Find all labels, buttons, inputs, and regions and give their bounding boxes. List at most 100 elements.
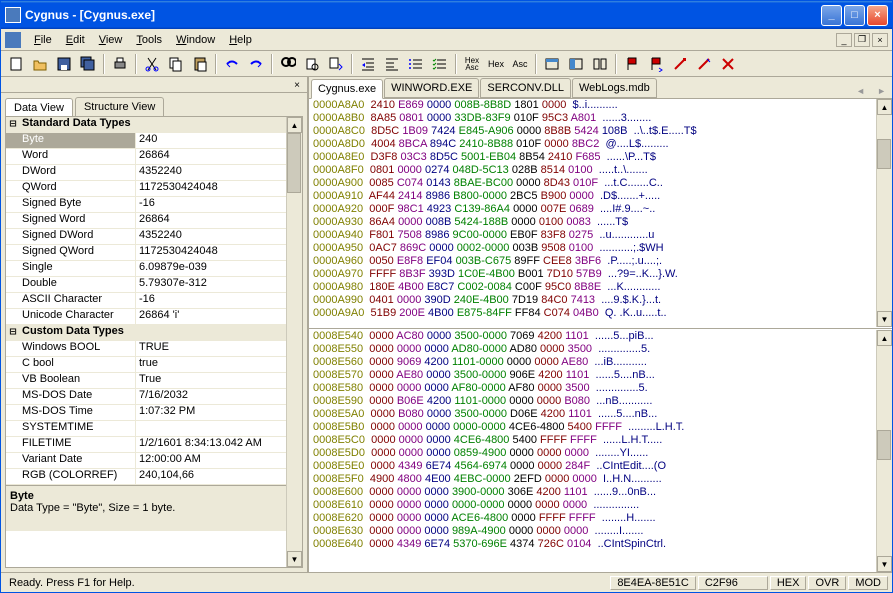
hex-line[interactable]: 0008E5C0 0000 0000 0000 4CE6-4800 5400 F… [309,434,892,447]
mdi-minimize[interactable]: _ [836,33,852,47]
hex-line[interactable]: 0000A910 AF44 2414 8986 B800-0000 2BC5 B… [309,190,892,203]
propgrid-row[interactable]: Byte240 [6,133,302,149]
hex-line[interactable]: 0008E610 0000 0000 0000 0000-0000 0000 0… [309,499,892,512]
hex-mode-button[interactable]: Hex [485,53,507,75]
flag-next-button[interactable] [645,53,667,75]
mdi-close[interactable]: × [872,33,888,47]
propgrid-row[interactable]: MS-DOS Time1:07:32 PM [6,405,302,421]
hex-line[interactable]: 0000A8F0 0801 0000 0274 048D-5C13 028B 8… [309,164,892,177]
propgrid-row[interactable]: Single6.09879e-039 [6,261,302,277]
left-pane-close[interactable]: × [291,79,303,91]
menu-edit[interactable]: Edit [59,32,92,48]
propgrid-row[interactable]: FILETIME1/2/1601 8:34:13.042 AM [6,437,302,453]
propgrid-category[interactable]: ⊟Custom Data Types [6,325,302,341]
paste-button[interactable] [189,53,211,75]
propgrid-row[interactable]: RGB (COLORREF)240,104,66 [6,469,302,485]
hex-line[interactable]: 0000A930 86A4 0000 008B 5424-188B 0000 0… [309,216,892,229]
hex-line[interactable]: 0008E5B0 0000 0000 0000 0000-0000 4CE6-4… [309,421,892,434]
propgrid-row[interactable]: MS-DOS Date7/16/2032 [6,389,302,405]
hex-line[interactable]: 0000A8D0 4004 8BCA 894C 2410-8B88 010F 0… [309,138,892,151]
hex-line[interactable]: 0000A8C0 8D5C 1B09 7424 E845-A906 0000 8… [309,125,892,138]
tool2-button[interactable] [693,53,715,75]
checklist-button[interactable] [429,53,451,75]
hex-line[interactable]: 0000A970 FFFF 8B3F 393D 1C0E-4B00 B001 7… [309,268,892,281]
hex-line[interactable]: 0008E640 0000 4349 6E74 5370-696E 4374 7… [309,538,892,551]
hex-view-top[interactable]: 0000A8A0 2410 E869 0000 008B-8B8D 1801 0… [309,99,892,327]
hex-line[interactable]: 0000A940 F801 7508 8986 9C00-0000 EB0F 8… [309,229,892,242]
hex-line[interactable]: 0000A990 0401 0000 390D 240E-4B00 7D19 8… [309,294,892,307]
hex-line[interactable]: 0008E5E0 0000 4349 6E74 4564-6974 0000 0… [309,460,892,473]
menu-help[interactable]: Help [222,32,259,48]
open-button[interactable] [29,53,51,75]
list-button[interactable] [405,53,427,75]
new-button[interactable] [5,53,27,75]
propgrid-row[interactable]: ASCII Character-16 [6,293,302,309]
tool1-button[interactable] [669,53,691,75]
hex-line[interactable]: 0000A960 0050 E8F8 EF04 003B-C675 89FF C… [309,255,892,268]
outdent-button[interactable] [381,53,403,75]
panel2-button[interactable] [565,53,587,75]
hex-line[interactable]: 0000A920 000F 98C1 4923 C139-86A4 0000 0… [309,203,892,216]
save-button[interactable] [53,53,75,75]
close-button[interactable]: × [867,5,888,26]
propgrid-row[interactable]: DWord4352240 [6,165,302,181]
hex-line[interactable]: 0008E570 0000 AE80 0000 3500-0000 906E 4… [309,369,892,382]
scroll-up-icon[interactable]: ▲ [287,117,302,133]
hex-line[interactable]: 0000A980 180E 4B00 E8C7 C002-0084 C00F 9… [309,281,892,294]
propgrid-scrollbar[interactable]: ▲ ▼ [286,117,302,567]
hex-line[interactable]: 0000A8A0 2410 E869 0000 008B-8B8D 1801 0… [309,99,892,112]
propgrid-category[interactable]: ⊟Standard Data Types [6,117,302,133]
hex-line[interactable]: 0008E5D0 0000 0000 0000 0859-4900 0000 0… [309,447,892,460]
menu-window[interactable]: Window [169,32,222,48]
hex-line[interactable]: 0000A9A0 51B9 200E 4B00 E875-84FF FF84 C… [309,307,892,320]
hex-line[interactable]: 0008E600 0000 0000 0000 3900-0000 306E 4… [309,486,892,499]
mdi-restore[interactable]: ❐ [854,33,870,47]
hex-scrollbar-top[interactable]: ▲▼ [876,99,892,327]
print-button[interactable] [109,53,131,75]
scroll-thumb[interactable] [287,133,301,193]
propgrid-row[interactable]: Double5.79307e-312 [6,277,302,293]
find-button[interactable] [277,53,299,75]
menu-file[interactable]: File [27,32,59,48]
tab-prev[interactable]: ◄ [850,84,871,98]
asc-mode-button[interactable]: Asc [509,53,531,75]
hex-line[interactable]: 0008E580 0000 0000 0000 AF80-0000 AF80 0… [309,382,892,395]
propgrid-row[interactable]: SYSTEMTIME [6,421,302,437]
flag-red-button[interactable] [621,53,643,75]
file-tab[interactable]: SERCONV.DLL [480,78,571,98]
hex-line[interactable]: 0000A900 0085 C074 0143 8BAE-BC00 0000 8… [309,177,892,190]
find-next-button[interactable] [301,53,323,75]
propgrid-row[interactable]: C booltrue [6,357,302,373]
redo-button[interactable] [245,53,267,75]
propgrid-row[interactable]: VB BooleanTrue [6,373,302,389]
hex-line[interactable]: 0008E540 0000 AC80 0000 3500-0000 7069 4… [309,330,892,343]
scroll-down-icon[interactable]: ▼ [287,551,302,567]
indent-button[interactable] [357,53,379,75]
hex-scrollbar-bottom[interactable]: ▲▼ [876,330,892,572]
file-tab[interactable]: WebLogs.mdb [572,78,657,98]
propgrid-row[interactable]: QWord1172530424048 [6,181,302,197]
minimize-button[interactable]: _ [821,5,842,26]
tool3-button[interactable] [717,53,739,75]
panel3-button[interactable] [589,53,611,75]
propgrid-row[interactable]: Variant Date12:00:00 AM [6,453,302,469]
propgrid-row[interactable]: Signed Byte-16 [6,197,302,213]
tab-structure-view[interactable]: Structure View [75,97,164,116]
file-tab[interactable]: WINWORD.EXE [384,78,479,98]
hex-line[interactable]: 0008E630 0000 0000 0000 989A-4900 0000 0… [309,525,892,538]
undo-button[interactable] [221,53,243,75]
hex-line[interactable]: 0000A8B0 8A85 0801 0000 33DB-83F9 010F 9… [309,112,892,125]
replace-button[interactable] [325,53,347,75]
maximize-button[interactable]: □ [844,5,865,26]
hex-line[interactable]: 0008E590 0000 B06E 4200 1101-0000 0000 0… [309,395,892,408]
menu-view[interactable]: View [92,32,130,48]
hex-view-button[interactable]: HexAsc [461,53,483,75]
hex-line[interactable]: 0000A8E0 D3F8 03C3 8D5C 5001-EB04 8B54 2… [309,151,892,164]
hex-line[interactable]: 0000A950 0AC7 869C 0000 0002-0000 003B 9… [309,242,892,255]
propgrid-row[interactable]: Signed Word26864 [6,213,302,229]
hex-line[interactable]: 0008E550 0000 0000 0000 AD80-0000 AD80 0… [309,343,892,356]
copy-button[interactable] [165,53,187,75]
tab-next[interactable]: ► [871,84,892,98]
save-all-button[interactable] [77,53,99,75]
tab-data-view[interactable]: Data View [5,98,73,117]
